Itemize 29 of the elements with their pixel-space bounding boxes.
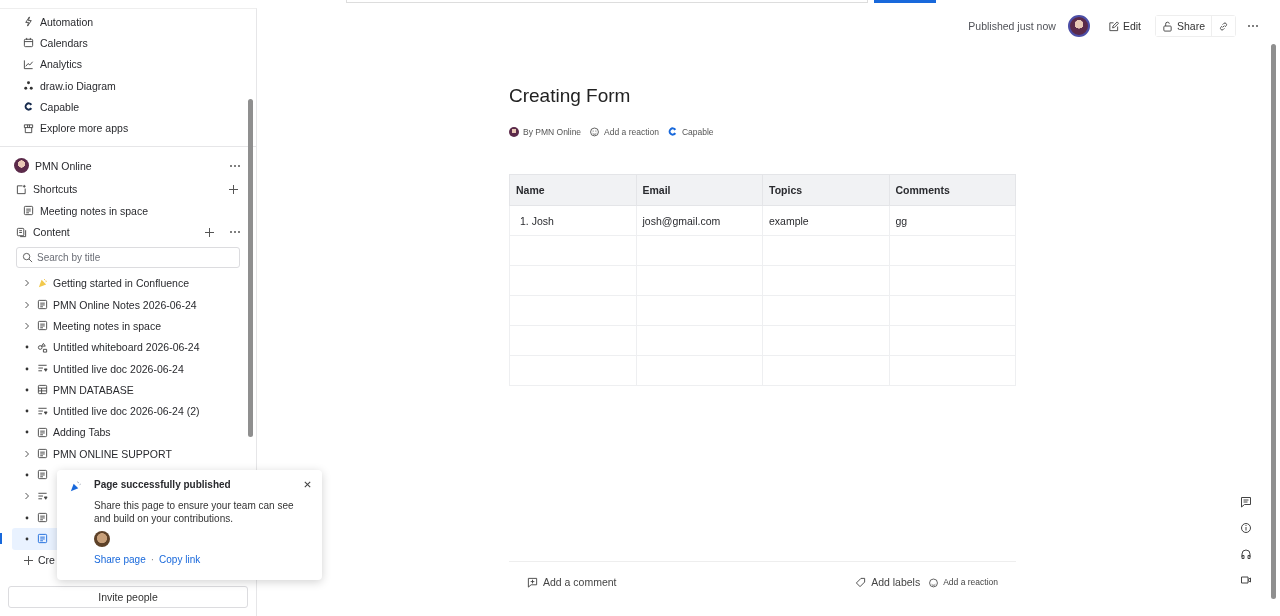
column-header: Email	[636, 174, 763, 206]
page-title: Creating Form	[509, 85, 632, 107]
item-label: Explore more apps	[40, 122, 129, 135]
item-label: Untitled live doc 2026-06-24 (2)	[53, 405, 200, 418]
item-label: Untitled whiteboard 2026-06-24	[53, 341, 200, 354]
item-label: Analytics	[40, 58, 82, 71]
item-label: PMN Online Notes 2026-06-24	[53, 298, 197, 311]
item-label: Capable	[40, 100, 80, 113]
table-cell: example	[762, 205, 889, 236]
item-label: Getting started in Confluence	[53, 277, 189, 290]
item-label: Automation	[40, 15, 94, 28]
item-label: Calendars	[40, 36, 88, 49]
toast-message: Share this page to ensure your team can see and build on your contributions.	[94, 499, 295, 525]
toast-title: Page successfully published	[94, 479, 231, 490]
column-header: Comments	[889, 174, 1016, 206]
column-header: Topics	[762, 174, 889, 206]
item-label: Meeting notes in space	[53, 319, 161, 332]
item-label: Untitled live doc 2026-06-24	[53, 362, 184, 375]
item-label: draw.io Diagram	[40, 79, 116, 92]
publish-status: Published just now	[968, 20, 1056, 32]
item-label: Meeting notes in space	[40, 204, 148, 217]
item-label: Adding Tabs	[53, 426, 111, 439]
column-header: Name	[509, 174, 636, 206]
item-label: PMN ONLINE SUPPORT	[53, 447, 172, 460]
separator-dot: ·	[150, 554, 155, 565]
item-label: PMN DATABASE	[53, 383, 134, 396]
table-cell: 1. Josh	[509, 205, 636, 236]
table-cell: gg	[889, 205, 1016, 236]
table-cell: josh@gmail.com	[636, 205, 763, 236]
